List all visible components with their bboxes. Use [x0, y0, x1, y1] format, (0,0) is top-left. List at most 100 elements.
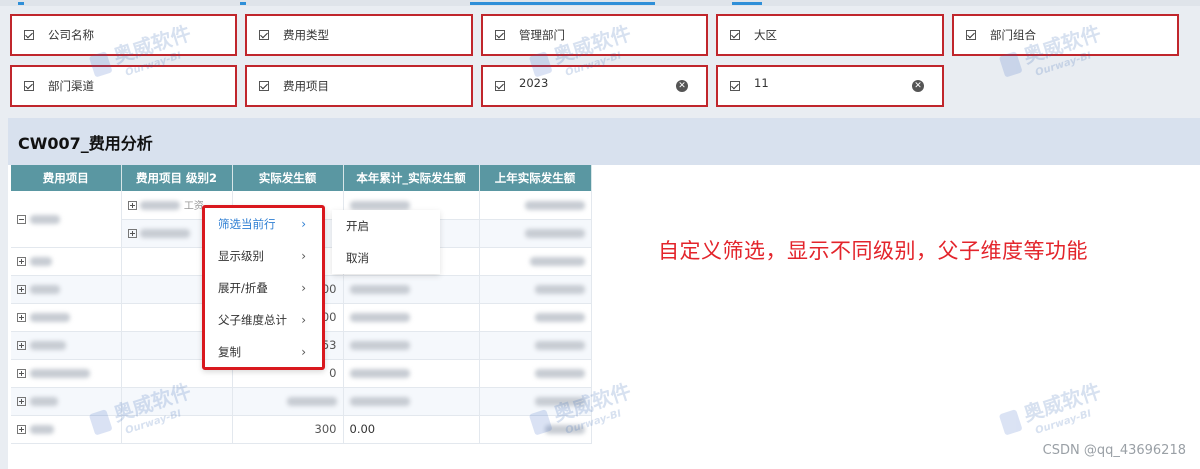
table-header-row: 费用项目 费用项目 级别2 实际发生额 本年累计_实际发生额 上年实际发生额: [11, 165, 592, 191]
expand-icon[interactable]: [127, 201, 137, 211]
filter-label: 费用项目: [283, 79, 329, 93]
expand-icon[interactable]: [17, 425, 26, 434]
filter-label: 大区: [754, 28, 777, 42]
redacted-text: [29, 313, 70, 322]
checkbox-icon[interactable]: [24, 81, 34, 91]
menu-item-parent-child-total[interactable]: 父子维度总计 ›: [205, 304, 322, 336]
checkbox-icon[interactable]: [24, 30, 34, 40]
column-header[interactable]: 本年累计_实际发生额: [343, 165, 480, 191]
table-cell: [343, 359, 480, 388]
table-cell: [479, 247, 592, 276]
redacted-text: [529, 257, 585, 266]
redacted-text: [29, 425, 54, 434]
clear-icon[interactable]: ✕: [912, 80, 924, 92]
menu-item-label: 显示级别: [218, 249, 264, 263]
tab-indicator: [240, 2, 246, 5]
table-cell: 0.00: [343, 415, 480, 444]
annotation-text: 自定义筛选，显示不同级别，父子维度等功能: [658, 239, 1088, 263]
submenu-item-cancel[interactable]: 取消: [332, 242, 440, 274]
menu-item-label: 父子维度总计: [218, 313, 287, 327]
report-title: CW007_费用分析: [8, 118, 1200, 165]
expand-icon[interactable]: [127, 229, 137, 238]
tab-indicator: [18, 2, 24, 5]
checkbox-icon[interactable]: [495, 81, 505, 91]
clear-icon[interactable]: ✕: [676, 80, 688, 92]
table-cell: [343, 387, 480, 416]
redacted-text: [524, 229, 585, 238]
context-submenu: 开启 取消: [332, 210, 440, 274]
table-cell: [11, 275, 122, 304]
expand-icon[interactable]: [17, 313, 26, 322]
filter-value: 11: [754, 76, 769, 90]
menu-item-copy[interactable]: 复制 ›: [205, 336, 322, 368]
redacted-text: [29, 341, 66, 350]
column-header[interactable]: 上年实际发生额: [479, 165, 592, 191]
checkbox-icon[interactable]: [259, 81, 269, 91]
redacted-text: [349, 341, 410, 350]
filter-expense-type[interactable]: 费用类型: [245, 14, 473, 56]
expand-icon[interactable]: [17, 257, 26, 266]
redacted-text: [286, 397, 337, 406]
redacted-text: [349, 200, 410, 210]
filter-month[interactable]: 11 ✕: [716, 65, 944, 107]
redacted-text: [534, 369, 585, 378]
menu-item-label: 展开/折叠: [218, 281, 268, 295]
redacted-text: [29, 257, 52, 266]
table-cell: [343, 331, 480, 360]
table-cell: [11, 191, 122, 248]
table-cell: [11, 331, 122, 360]
filter-label: 部门渠道: [48, 79, 94, 93]
brand-logo-icon: [998, 50, 1023, 78]
table-cell: [11, 247, 122, 276]
menu-item-expand-collapse[interactable]: 展开/折叠 ›: [205, 272, 322, 304]
filter-year[interactable]: 2023 ✕: [481, 65, 708, 107]
cell-text: 工资: [183, 201, 204, 213]
redacted-text: [29, 397, 58, 406]
redacted-text: [534, 313, 585, 322]
chevron-right-icon: ›: [301, 217, 306, 231]
table-cell: [479, 219, 592, 248]
table-cell: 300: [232, 415, 344, 444]
chevron-right-icon: ›: [301, 249, 306, 263]
tab-indicator: [470, 2, 655, 5]
menu-item-filter-current-row[interactable]: 筛选当前行 ›: [205, 208, 322, 240]
chevron-right-icon: ›: [301, 345, 306, 359]
table-cell: [11, 359, 122, 388]
checkbox-icon[interactable]: [495, 30, 505, 40]
table-cell: [343, 275, 480, 304]
redacted-text: [29, 214, 60, 224]
expand-icon[interactable]: [17, 369, 26, 378]
top-tab-strip: [0, 0, 1200, 6]
tab-indicator: [732, 2, 762, 5]
expand-icon[interactable]: [17, 285, 26, 294]
table-cell: [479, 359, 592, 388]
filter-expense-item[interactable]: 费用项目: [245, 65, 473, 107]
table-cell: [479, 303, 592, 332]
context-menu: 筛选当前行 › 显示级别 › 展开/折叠 › 父子维度总计 › 复制 ›: [202, 205, 325, 370]
table-cell: [479, 275, 592, 304]
column-header[interactable]: 费用项目 级别2: [121, 165, 233, 191]
column-header[interactable]: 费用项目: [11, 165, 122, 191]
checkbox-icon[interactable]: [966, 30, 976, 40]
checkbox-icon[interactable]: [730, 30, 740, 40]
redacted-text: [29, 369, 90, 378]
submenu-item-enable[interactable]: 开启: [332, 210, 440, 242]
redacted-text: [29, 285, 60, 294]
redacted-text: [140, 229, 191, 238]
checkbox-icon[interactable]: [730, 81, 740, 91]
redacted-text: [349, 369, 410, 378]
menu-item-label: 筛选当前行: [218, 217, 276, 231]
expand-icon[interactable]: [17, 341, 26, 350]
table-cell: [343, 303, 480, 332]
table-cell: [232, 387, 344, 416]
expand-icon[interactable]: [17, 397, 26, 406]
chevron-right-icon: ›: [301, 281, 306, 295]
table-cell: [479, 191, 592, 220]
table-cell: [11, 303, 122, 332]
filter-region[interactable]: 大区: [716, 14, 944, 56]
checkbox-icon[interactable]: [259, 30, 269, 40]
menu-item-show-level[interactable]: 显示级别 ›: [205, 240, 322, 272]
collapse-icon[interactable]: [17, 214, 26, 224]
redacted-text: [349, 397, 410, 406]
column-header[interactable]: 实际发生额: [232, 165, 344, 191]
